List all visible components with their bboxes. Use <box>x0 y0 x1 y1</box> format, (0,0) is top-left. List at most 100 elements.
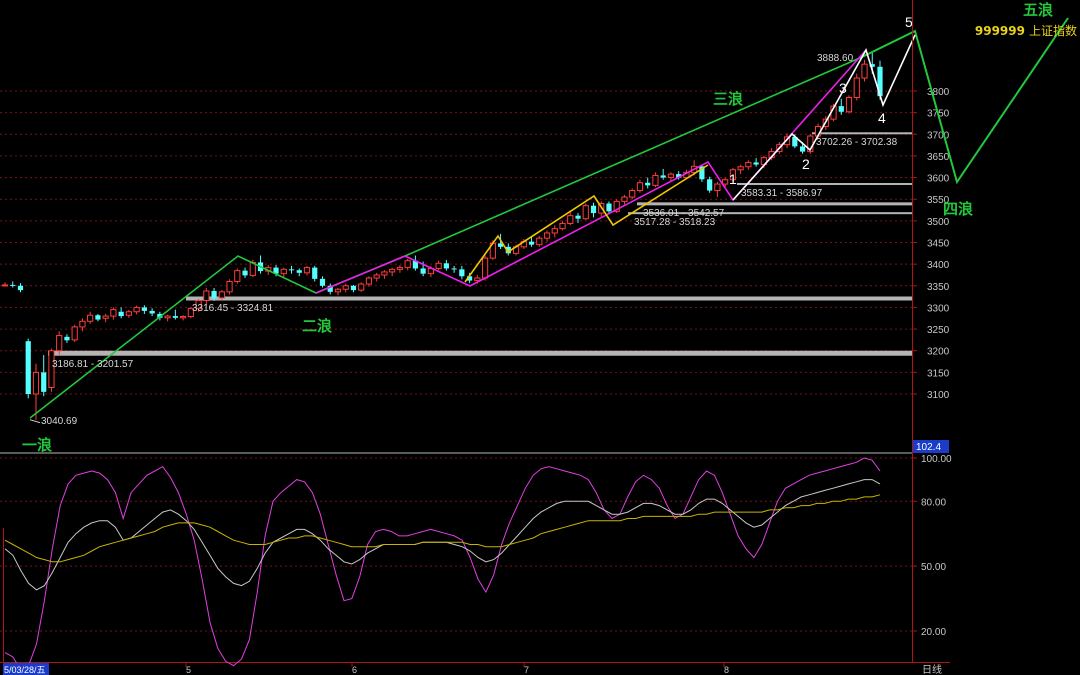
candle-body <box>203 290 210 302</box>
candle-body <box>172 316 178 318</box>
price-tick-label: 3400 <box>927 260 950 271</box>
candle-body <box>737 166 744 171</box>
period-label: 日线 <box>922 663 942 675</box>
candle-body <box>10 284 16 286</box>
oscillator-tick-label: 80.00 <box>921 497 946 508</box>
month-label-5: 5 <box>186 665 191 675</box>
candle-body <box>606 203 612 212</box>
candle-body <box>629 190 636 198</box>
wave-number-5: 5 <box>905 14 913 30</box>
candle-body <box>211 290 217 298</box>
candle-body <box>56 335 63 352</box>
wave-number-1: 1 <box>729 171 737 187</box>
price-tick-label: 3100 <box>927 390 950 401</box>
oscillator-fast-line <box>4 457 881 671</box>
candle-body <box>110 309 117 317</box>
candle-body <box>25 341 31 394</box>
low-marker <box>29 419 41 424</box>
candle-body <box>164 315 171 319</box>
price-tick-label: 3250 <box>927 325 950 336</box>
support-band <box>48 350 912 356</box>
candle-body <box>288 269 295 271</box>
candle-body <box>582 205 589 220</box>
support-band <box>812 132 912 135</box>
candle-body <box>95 315 101 320</box>
candle-body <box>799 146 806 152</box>
price-tick-label: 3300 <box>927 303 950 314</box>
support-band <box>186 296 912 301</box>
candle-body <box>707 179 713 191</box>
candle-body <box>133 306 140 313</box>
price-tick-label: 3600 <box>927 174 950 185</box>
candle-body <box>590 205 597 214</box>
candle-body <box>373 274 380 279</box>
oscillator-series <box>4 457 881 671</box>
oscillator-tick-label: 100.00 <box>921 454 952 465</box>
candle-body <box>389 268 396 273</box>
candle-body <box>149 310 155 314</box>
candle-body <box>242 270 248 276</box>
green-wave-line <box>29 56 863 419</box>
candle-body <box>358 283 365 291</box>
price-tick-label: 3150 <box>927 368 950 379</box>
index-code: 999999 <box>974 24 1025 38</box>
candle-body <box>420 268 426 274</box>
candle-body <box>575 215 581 219</box>
candle-body <box>1 284 9 287</box>
candle-body <box>32 371 40 395</box>
price-tick-label: 3650 <box>927 152 950 163</box>
candle-body <box>350 285 357 291</box>
candlestick-series <box>1 52 883 420</box>
wave-label-4: 四浪 <box>943 200 973 218</box>
wave-label-5: 五浪 <box>1023 1 1053 19</box>
candle-body <box>528 241 535 245</box>
candle-body <box>451 268 457 270</box>
month-label-7: 7 <box>524 665 529 675</box>
month-label-6: 6 <box>352 665 357 675</box>
candle-body <box>17 285 24 291</box>
support-label-3186: 3186.81 - 3201.57 <box>52 359 134 370</box>
candle-body <box>551 228 558 234</box>
magenta-wave-line <box>315 49 867 294</box>
wave-label-1: 一浪 <box>22 436 52 454</box>
candle-body <box>714 183 721 192</box>
candle-body <box>459 269 465 277</box>
candle-body <box>853 77 860 98</box>
price-tick-label: 3500 <box>927 217 950 228</box>
candle-body <box>543 232 551 239</box>
green-wave-projection <box>861 17 1069 185</box>
candle-body <box>621 196 628 202</box>
candle-body <box>303 267 311 274</box>
time-axis: 5/03/28/五 5 6 7 8 日线 <box>3 662 942 675</box>
candle-body <box>71 326 78 341</box>
wave-number-3: 3 <box>839 80 847 96</box>
candle-body <box>41 372 47 392</box>
support-label-3702: 3702.26 - 3702.38 <box>816 137 898 148</box>
candle-body <box>481 257 489 279</box>
oscillator-value: 102.4 <box>916 442 941 453</box>
candle-body <box>218 291 225 299</box>
oscillator-axis: 20.00 50.00 80.00 100.00 <box>912 454 952 638</box>
candle-body <box>118 311 124 317</box>
index-name: 上证指数 <box>1028 24 1077 38</box>
candle-body <box>559 222 566 230</box>
candle-body <box>64 336 70 341</box>
date-label: 5/03/28/五 <box>4 665 46 675</box>
month-label-8: 8 <box>724 665 729 675</box>
price-tick-label: 3700 <box>927 130 950 141</box>
candle-body <box>443 263 449 269</box>
candle-body <box>87 314 94 322</box>
candle-body <box>838 106 844 112</box>
candle-body <box>102 315 109 319</box>
candle-body <box>636 182 644 192</box>
candle-body <box>435 262 442 269</box>
oscillator-tick-label: 50.00 <box>921 562 946 573</box>
support-band <box>637 202 912 206</box>
candle-body <box>125 311 132 316</box>
wave-label-2: 二浪 <box>302 317 332 335</box>
candle-body <box>745 161 752 168</box>
chart-canvas: 3100 3150 3200 3250 3300 3350 3400 3450 3500 3 5 50… <box>0 0 1069 675</box>
wave-number-4: 4 <box>878 110 886 126</box>
candle-body <box>474 277 481 282</box>
price-tick-label: 3350 <box>927 282 950 293</box>
